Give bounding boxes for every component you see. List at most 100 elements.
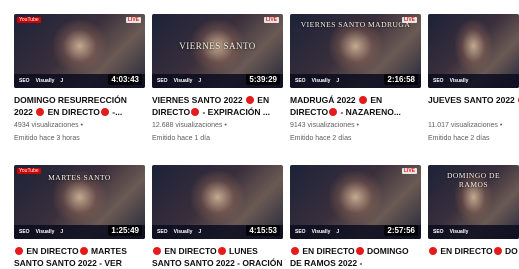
video-thumbnail[interactable]: SEO Visually J 4:15:53 [152,165,283,239]
video-duration: 1:25:49 [108,225,142,236]
video-title-text: - EXPIRACIÓN ... [200,107,271,117]
brand-logo: J [336,78,340,84]
video-title-text: VIERNES SANTO 2022 [152,95,245,105]
brand-logo: Visually [449,229,469,235]
live-badge: LIVE [263,17,279,23]
thumbnail-image [329,170,382,223]
brand-logo: J [198,78,202,84]
brand-logo: SEO [295,78,306,84]
upload-time: Emitido hace 3 horas [14,135,80,142]
brand-logo: Visually [449,78,469,84]
view-count: 4934 visualizaciones • [14,122,83,129]
video-title-text: DO DE RAMOS 2022 - SAN [505,246,519,256]
red-circle-icon [329,108,338,116]
video-title-text: EN DIRECTO [300,246,355,256]
video-card[interactable]: SEO Visually J 4:15:53 EN DIRECTO LUNES … [152,165,283,269]
video-title[interactable]: VIERNES SANTO 2022 EN DIRECTO - EXPIRACI… [152,94,283,118]
brand-bar: SEO Visually [428,74,519,88]
video-thumbnail[interactable]: DOMINGO DE RAMOS SEO Visually [428,165,519,239]
video-title-text: - NAZARENO... [338,107,401,117]
video-thumbnail[interactable]: VIERNES SANTO MADRUGÁ LIVE SEO Visually … [290,14,421,88]
thumbnail-overlay-text: MARTES SANTO [48,173,111,182]
live-badge: LIVE [401,17,417,23]
red-circle-icon [359,96,368,104]
brand-logo: SEO [19,229,30,235]
brand-logo: J [60,229,64,235]
video-title-text: EN DIRECTO [162,246,217,256]
upload-time: Emitido hace 2 días [290,135,352,142]
brand-logo: SEO [157,78,168,84]
view-count: 11.017 visualizaciones • [428,122,503,129]
video-card[interactable]: YouTube LIVE SEO Visually J 4:03:43 DOMI… [14,14,145,144]
red-circle-icon [217,247,226,255]
thumbnail-overlay-text: VIERNES SANTO [179,41,256,51]
video-card[interactable]: SEO Visually JUEVES SANTO 2022 EN DIRECT… [428,14,519,144]
video-duration: 5:39:29 [246,74,280,85]
youtube-badge: YouTube [17,168,41,174]
video-title[interactable]: EN DIRECTO MARTES SANTO SANTO 2022 - VER [14,245,145,269]
video-title-text: JUEVES SANTO 2022 [428,95,518,105]
thumbnail-image [191,170,244,223]
brand-logo: Visually [35,229,55,235]
brand-logo: SEO [19,78,30,84]
brand-logo: J [198,229,202,235]
brand-logo: J [336,229,340,235]
brand-logo: Visually [173,229,193,235]
brand-bar: SEO Visually [428,225,519,239]
brand-logo: SEO [433,229,444,235]
video-card[interactable]: DOMINGO DE RAMOS SEO Visually EN DIRECTO… [428,165,519,269]
video-title-text: -... [109,107,123,117]
upload-time: Emitido hace 1 día [152,135,210,142]
video-title[interactable]: MADRUGÁ 2022 EN DIRECTO - NAZARENO... [290,94,421,118]
red-circle-icon [291,247,299,255]
video-card[interactable]: VIERNES SANTO LIVE SEO Visually J 5:39:2… [152,14,283,144]
red-circle-icon [36,108,45,116]
video-card[interactable]: MARTES SANTO YouTube SEO Visually J 1:25… [14,165,145,269]
video-card[interactable]: VIERNES SANTO MADRUGÁ LIVE SEO Visually … [290,14,421,144]
video-duration: 2:16:58 [384,74,418,85]
brand-logo: J [60,78,64,84]
red-circle-icon [429,247,437,255]
thumbnail-image [455,19,492,72]
video-title-text: EN DIRECTO [45,107,100,117]
video-title-text: MADRUGÁ 2022 [290,95,359,105]
view-count: 9143 visualizaciones • [290,122,359,129]
video-title-text: EN DIRECTO [24,246,79,256]
brand-logo: SEO [295,229,306,235]
thumbnail-image [53,19,106,72]
brand-logo: SEO [157,229,168,235]
red-circle-icon [79,247,88,255]
brand-logo: Visually [311,78,331,84]
video-thumbnail[interactable]: MARTES SANTO YouTube SEO Visually J 1:25… [14,165,145,239]
red-circle-icon [355,247,364,255]
video-title[interactable]: JUEVES SANTO 2022 EN DIRECTO - RESCAT [428,94,519,118]
video-card[interactable]: LIVE SEO Visually J 2:57:56 EN DIRECTO D… [290,165,421,269]
video-duration: 4:15:53 [246,225,280,236]
red-circle-icon [100,108,109,116]
upload-time: Emitido hace 2 días [428,135,490,142]
video-title[interactable]: EN DIRECTO DOMINGO DE RAMOS 2022 - [290,245,421,269]
live-badge: LIVE [125,17,141,23]
video-thumbnail[interactable]: LIVE SEO Visually J 2:57:56 [290,165,421,239]
video-duration: 2:57:56 [384,225,418,236]
red-circle-icon [15,247,23,255]
brand-logo: SEO [433,78,444,84]
video-thumbnail[interactable]: VIERNES SANTO LIVE SEO Visually J 5:39:2… [152,14,283,88]
red-circle-icon [245,96,254,104]
video-thumbnail[interactable]: YouTube LIVE SEO Visually J 4:03:43 [14,14,145,88]
video-thumbnail[interactable]: SEO Visually [428,14,519,88]
thumbnail-overlay-text: DOMINGO DE RAMOS [446,171,501,189]
view-count: 12.688 visualizaciones • [152,122,227,129]
video-duration: 4:03:43 [108,74,142,85]
video-title-text: EN DIRECTO [438,246,493,256]
video-title[interactable]: DOMINGO RESURRECCIÓN 2022 EN DIRECTO -..… [14,94,145,118]
red-circle-icon [153,247,161,255]
video-title[interactable]: EN DIRECTO DO DE RAMOS 2022 - SAN [428,245,519,269]
brand-logo: Visually [173,78,193,84]
video-grid: YouTube LIVE SEO Visually J 4:03:43 DOMI… [0,0,519,269]
red-circle-icon [191,108,200,116]
brand-logo: Visually [35,78,55,84]
brand-logo: Visually [311,229,331,235]
video-title[interactable]: EN DIRECTO LUNES SANTO SANTO 2022 - ORAC… [152,245,283,269]
red-circle-icon [493,247,502,255]
